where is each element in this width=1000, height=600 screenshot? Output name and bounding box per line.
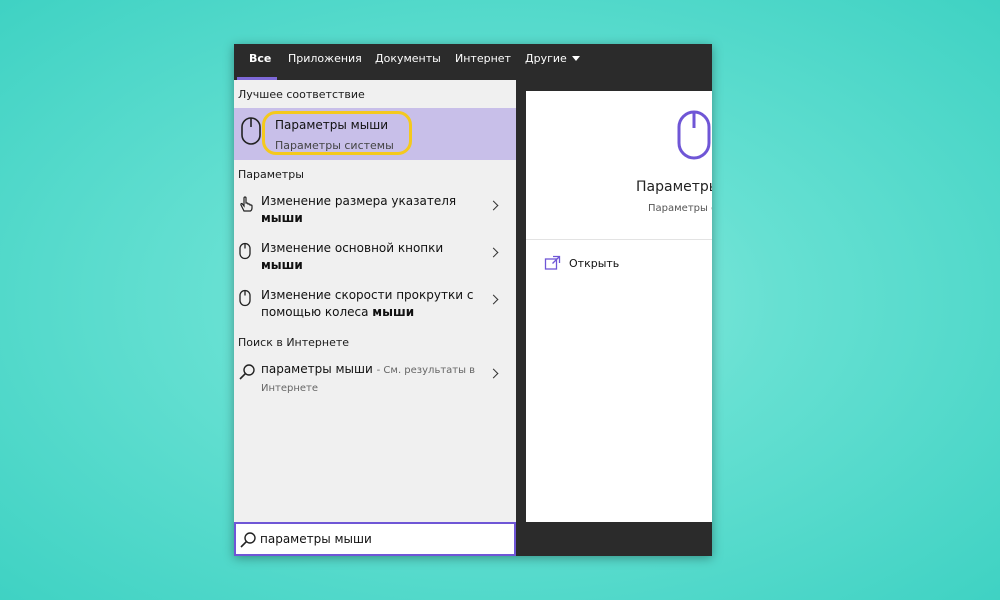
- search-icon: [240, 532, 256, 548]
- search-input[interactable]: [260, 529, 500, 549]
- settings-item-label: Изменение размера указателя мыши: [261, 194, 457, 225]
- search-icon: [239, 364, 255, 380]
- tab-apps[interactable]: Приложения: [288, 44, 362, 80]
- results-panel: Лучшее соответствие Параметры мыши Парам…: [234, 80, 516, 522]
- settings-item-primary-button[interactable]: Изменение основной кнопки мыши: [234, 239, 516, 283]
- chevron-right-icon: [488, 200, 499, 211]
- settings-item-label: Изменение основной кнопки мыши: [261, 241, 444, 272]
- search-box[interactable]: [234, 522, 516, 556]
- best-match-result[interactable]: Параметры мыши Параметры системы: [234, 108, 516, 160]
- open-label: Открыть: [569, 257, 620, 270]
- start-search-window: Все Приложения Документы Интернет Другие…: [234, 44, 712, 556]
- search-filter-tabs: Все Приложения Документы Интернет Другие: [234, 44, 712, 80]
- chevron-right-icon: [488, 294, 499, 305]
- preview-subtitle: Параметры с: [648, 203, 712, 214]
- preview-title: Параметры: [636, 179, 712, 195]
- mouse-icon: [241, 117, 261, 145]
- highlight-annotation: [262, 111, 412, 155]
- tab-internet[interactable]: Интернет: [455, 44, 511, 80]
- mouse-icon: [239, 289, 251, 307]
- pointer-hand-icon: [240, 196, 253, 212]
- tab-all[interactable]: Все: [249, 44, 271, 80]
- settings-header: Параметры: [238, 168, 304, 181]
- best-match-header: Лучшее соответствие: [238, 88, 365, 101]
- tab-more[interactable]: Другие: [525, 44, 580, 80]
- settings-item-scroll-speed[interactable]: Изменение скорости прокрутки с помощью к…: [234, 286, 516, 330]
- chevron-right-icon: [488, 247, 499, 258]
- settings-item-label: Изменение скорости прокрутки с помощью к…: [261, 288, 474, 319]
- preview-pane: Параметры Параметры с Открыть: [526, 91, 712, 522]
- mouse-icon: [677, 110, 711, 160]
- tab-documents[interactable]: Документы: [375, 44, 441, 80]
- web-search-header: Поиск в Интернете: [238, 336, 350, 349]
- chevron-right-icon: [488, 368, 499, 379]
- caret-down-icon: [571, 56, 580, 61]
- web-search-label: параметры мыши - См. результаты в Интерн…: [261, 362, 476, 394]
- mouse-icon: [239, 242, 251, 260]
- web-search-result[interactable]: параметры мыши - См. результаты в Интерн…: [234, 360, 516, 404]
- open-external-icon: [544, 255, 561, 270]
- settings-item-pointer-size[interactable]: Изменение размера указателя мыши: [234, 192, 516, 236]
- preview-divider: [526, 239, 712, 240]
